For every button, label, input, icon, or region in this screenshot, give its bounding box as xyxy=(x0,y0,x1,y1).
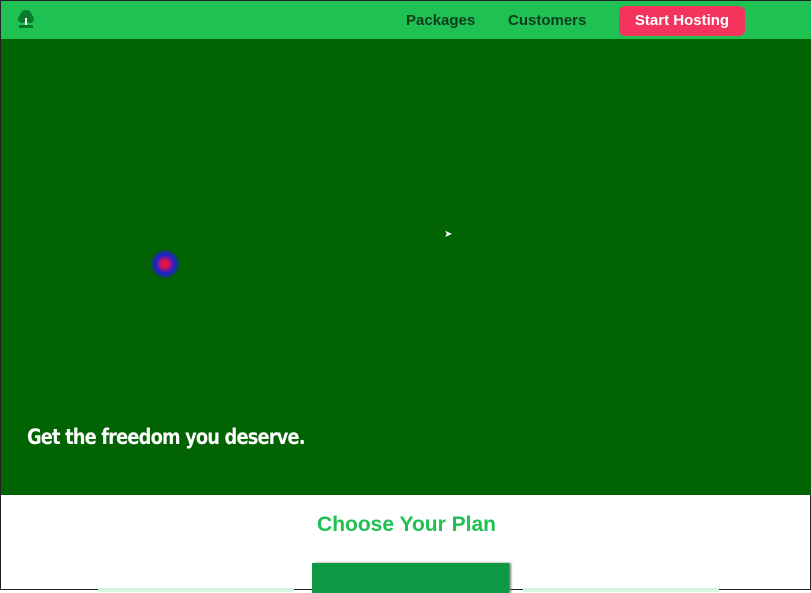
plan-card-right[interactable] xyxy=(523,588,719,592)
start-hosting-button[interactable]: Start Hosting xyxy=(619,6,745,36)
cursor-icon: ➤ xyxy=(444,229,453,240)
plans-title: Choose Your Plan xyxy=(317,513,496,536)
hero-section: ➤ Get the freedom you deserve. xyxy=(1,39,811,495)
plan-card-featured[interactable] xyxy=(312,563,509,593)
navbar: Packages Customers Start Hosting xyxy=(1,1,811,39)
nav-link-packages[interactable]: Packages xyxy=(406,12,475,29)
logo-icon[interactable] xyxy=(15,8,37,30)
nav-link-customers[interactable]: Customers xyxy=(508,12,586,29)
plan-card-left[interactable] xyxy=(98,588,294,592)
click-indicator xyxy=(151,250,179,278)
hero-tagline: Get the freedom you deserve. xyxy=(27,425,306,449)
